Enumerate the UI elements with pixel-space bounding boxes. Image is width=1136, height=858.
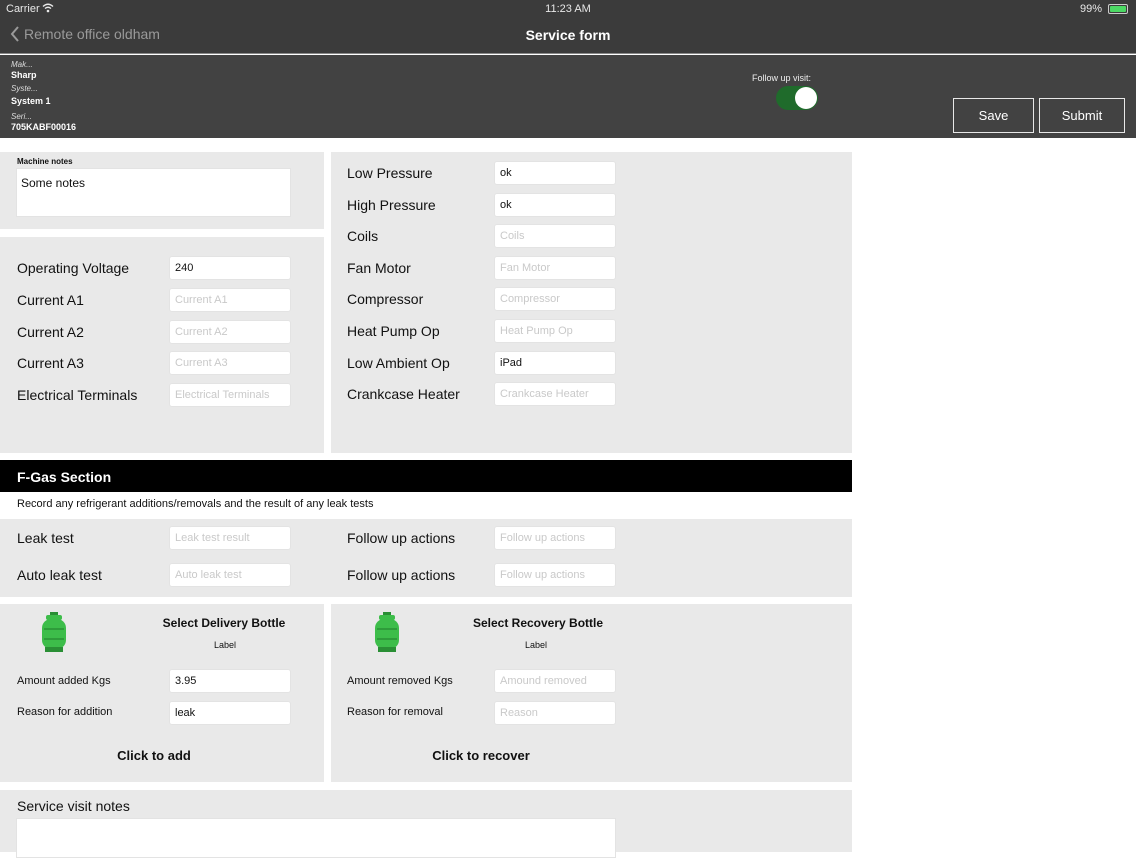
mechanical-panel: Low Pressure High Pressure Coils Fan Motor C… [331, 152, 852, 453]
delivery-panel: Select Delivery Bottle Label Amount adde… [0, 604, 324, 782]
service-notes-input[interactable] [16, 818, 616, 858]
fgas-description: Record any refrigerant additions/removal… [17, 498, 374, 510]
mechanical-field-label: Compressor [347, 291, 424, 308]
follow-up-actions-label-2: Follow up actions [347, 567, 456, 583]
gas-bottle-icon[interactable] [40, 611, 68, 653]
machine-notes-input[interactable]: Some notes [16, 168, 291, 217]
reason-addition-label: Reason for addition [17, 706, 113, 718]
amount-removed-label: Amount removed Kgs [347, 675, 453, 687]
select-recovery-bottle[interactable]: Select Recovery Bottle [458, 616, 618, 630]
save-button[interactable]: Save [953, 98, 1034, 133]
status-bar: Carrier 11:23 AM 99% [0, 0, 1136, 18]
electrical-field-label: Current A3 [17, 355, 84, 372]
follow-up-label: Follow up visit: [752, 73, 812, 83]
service-notes-panel: Service visit notes [0, 790, 852, 858]
system-value: System 1 [11, 96, 51, 106]
mechanical-field-label: Low Pressure [347, 165, 433, 181]
serial-label: Seri... [11, 112, 32, 121]
system-label: Syste... [11, 84, 38, 93]
mechanical-field-label: Heat Pump Op [347, 323, 440, 339]
submit-button[interactable]: Submit [1039, 98, 1125, 133]
serial-value: 705KABF00016 [11, 122, 77, 132]
back-label: Remote office oldham [24, 26, 160, 42]
reason-addition-input[interactable] [169, 701, 291, 725]
electrical-field-input[interactable] [169, 383, 291, 408]
follow-up-toggle[interactable] [776, 86, 818, 110]
electrical-field-input[interactable] [169, 319, 291, 344]
make-label: Mak... [11, 60, 33, 69]
electrical-field-label: Current A1 [17, 291, 84, 308]
follow-up-actions-input-2[interactable] [494, 563, 616, 587]
machine-notes-panel: Machine notes Some notes [0, 152, 324, 229]
electrical-field-input[interactable] [169, 256, 291, 280]
electrical-field-input[interactable] [169, 287, 291, 312]
mechanical-field-label: Crankcase Heater [347, 386, 460, 403]
auto-leak-test-label: Auto leak test [17, 567, 102, 583]
electrical-field-input[interactable] [169, 351, 291, 376]
mechanical-field-input[interactable] [494, 382, 616, 407]
chevron-left-icon [10, 26, 19, 42]
auto-leak-test-input[interactable] [169, 563, 291, 587]
recovery-bottle-label: Label [524, 640, 548, 650]
service-notes-label: Service visit notes [17, 798, 130, 814]
machine-header: Mak... Sharp Syste... System 1 Seri... 7… [0, 55, 1136, 138]
clock: 11:23 AM [545, 3, 591, 15]
page-title: Service form [525, 27, 611, 43]
click-to-add-button[interactable]: Click to add [54, 748, 254, 763]
make-value: Sharp [11, 70, 37, 80]
electrical-field-label: Electrical Terminals [17, 387, 138, 404]
nav-bar: Remote office oldham Service form [0, 18, 1136, 54]
leak-test-input[interactable] [169, 526, 291, 550]
fgas-section-header: F-Gas Section [0, 460, 852, 492]
amount-added-input[interactable] [169, 669, 291, 693]
mechanical-field-input[interactable] [494, 161, 616, 185]
amount-removed-input[interactable] [494, 669, 616, 693]
mechanical-field-input[interactable] [494, 192, 616, 217]
mechanical-field-input[interactable] [494, 319, 616, 343]
back-button[interactable]: Remote office oldham [10, 26, 160, 42]
electrical-field-label: Current A2 [17, 323, 84, 340]
mechanical-field-input[interactable] [494, 350, 616, 375]
machine-notes-label: Machine notes [17, 157, 73, 166]
click-to-recover-button[interactable]: Click to recover [381, 748, 581, 763]
delivery-bottle-label: Label [213, 640, 237, 650]
mechanical-field-label: Coils [347, 228, 379, 245]
mechanical-field-input[interactable] [494, 224, 616, 249]
mechanical-field-label: High Pressure [347, 196, 436, 213]
reason-removal-input[interactable] [494, 701, 616, 725]
electrical-panel: Operating Voltage Current A1 Current A2 Cur… [0, 237, 324, 453]
select-delivery-bottle[interactable]: Select Delivery Bottle [144, 616, 304, 630]
leak-test-label: Leak test [17, 530, 74, 546]
amount-added-label: Amount added Kgs [17, 675, 111, 687]
mechanical-field-input[interactable] [494, 255, 616, 280]
follow-up-actions-input-1[interactable] [494, 526, 616, 550]
electrical-field-label: Operating Voltage [17, 260, 130, 276]
mechanical-field-label: Fan Motor [347, 259, 411, 276]
mechanical-field-input[interactable] [494, 287, 616, 312]
recovery-panel: Select Recovery Bottle Label Amount remo… [331, 604, 852, 782]
leak-test-panel: Leak test Auto leak test Follow up actio… [0, 519, 852, 597]
follow-up-actions-label-1: Follow up actions [347, 530, 456, 546]
gas-bottle-icon[interactable] [373, 611, 401, 653]
battery-icon [1108, 4, 1128, 14]
mechanical-field-label: Low Ambient Op [347, 354, 450, 371]
battery-percent: 99% [1079, 3, 1102, 15]
reason-removal-label: Reason for removal [347, 706, 443, 718]
